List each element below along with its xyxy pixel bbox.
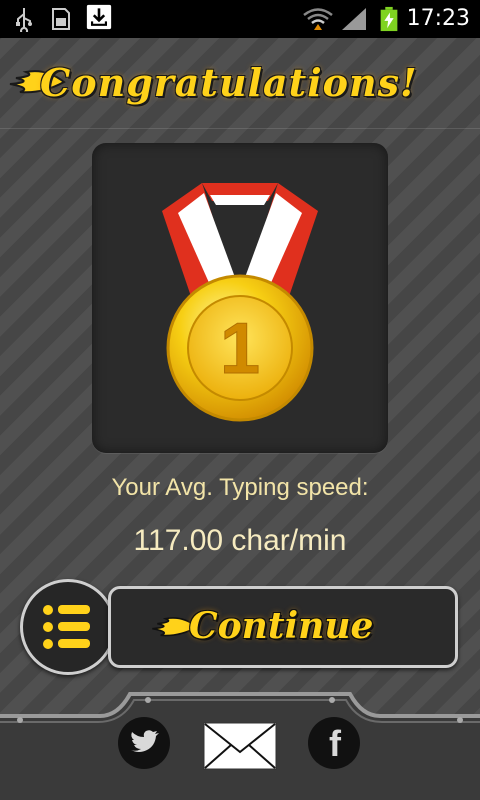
title-banner: Congratulations!	[0, 40, 480, 129]
typing-speed-label: Your Avg. Typing speed:	[111, 474, 369, 501]
email-button[interactable]	[203, 722, 277, 770]
sd-card-icon	[52, 8, 70, 30]
download-icon	[86, 4, 112, 30]
medal-number: 1	[220, 309, 260, 389]
wifi-icon	[303, 8, 333, 30]
facebook-icon: f	[308, 717, 360, 769]
continue-button[interactable]: Continue	[108, 586, 458, 668]
usb-icon	[16, 8, 32, 32]
menu-button[interactable]	[20, 579, 116, 675]
social-bar: f	[0, 690, 480, 800]
email-icon	[203, 722, 277, 770]
twitter-button[interactable]	[117, 716, 171, 770]
facebook-button[interactable]: f	[307, 716, 361, 770]
gold-medal-icon: 1	[162, 183, 318, 422]
signal-icon	[342, 8, 366, 30]
page-title: Congratulations!	[40, 60, 418, 105]
status-bar: 17:23	[0, 0, 480, 38]
battery-charging-icon	[380, 6, 398, 32]
twitter-icon	[118, 717, 170, 769]
list-menu-icon	[43, 605, 90, 649]
typing-speed-value: 117.00 char/min	[133, 524, 347, 557]
continue-label: Continue	[189, 605, 374, 647]
facebook-glyph: f	[329, 723, 342, 764]
status-time: 17:23	[406, 6, 470, 31]
medal-card: 1	[92, 143, 388, 453]
